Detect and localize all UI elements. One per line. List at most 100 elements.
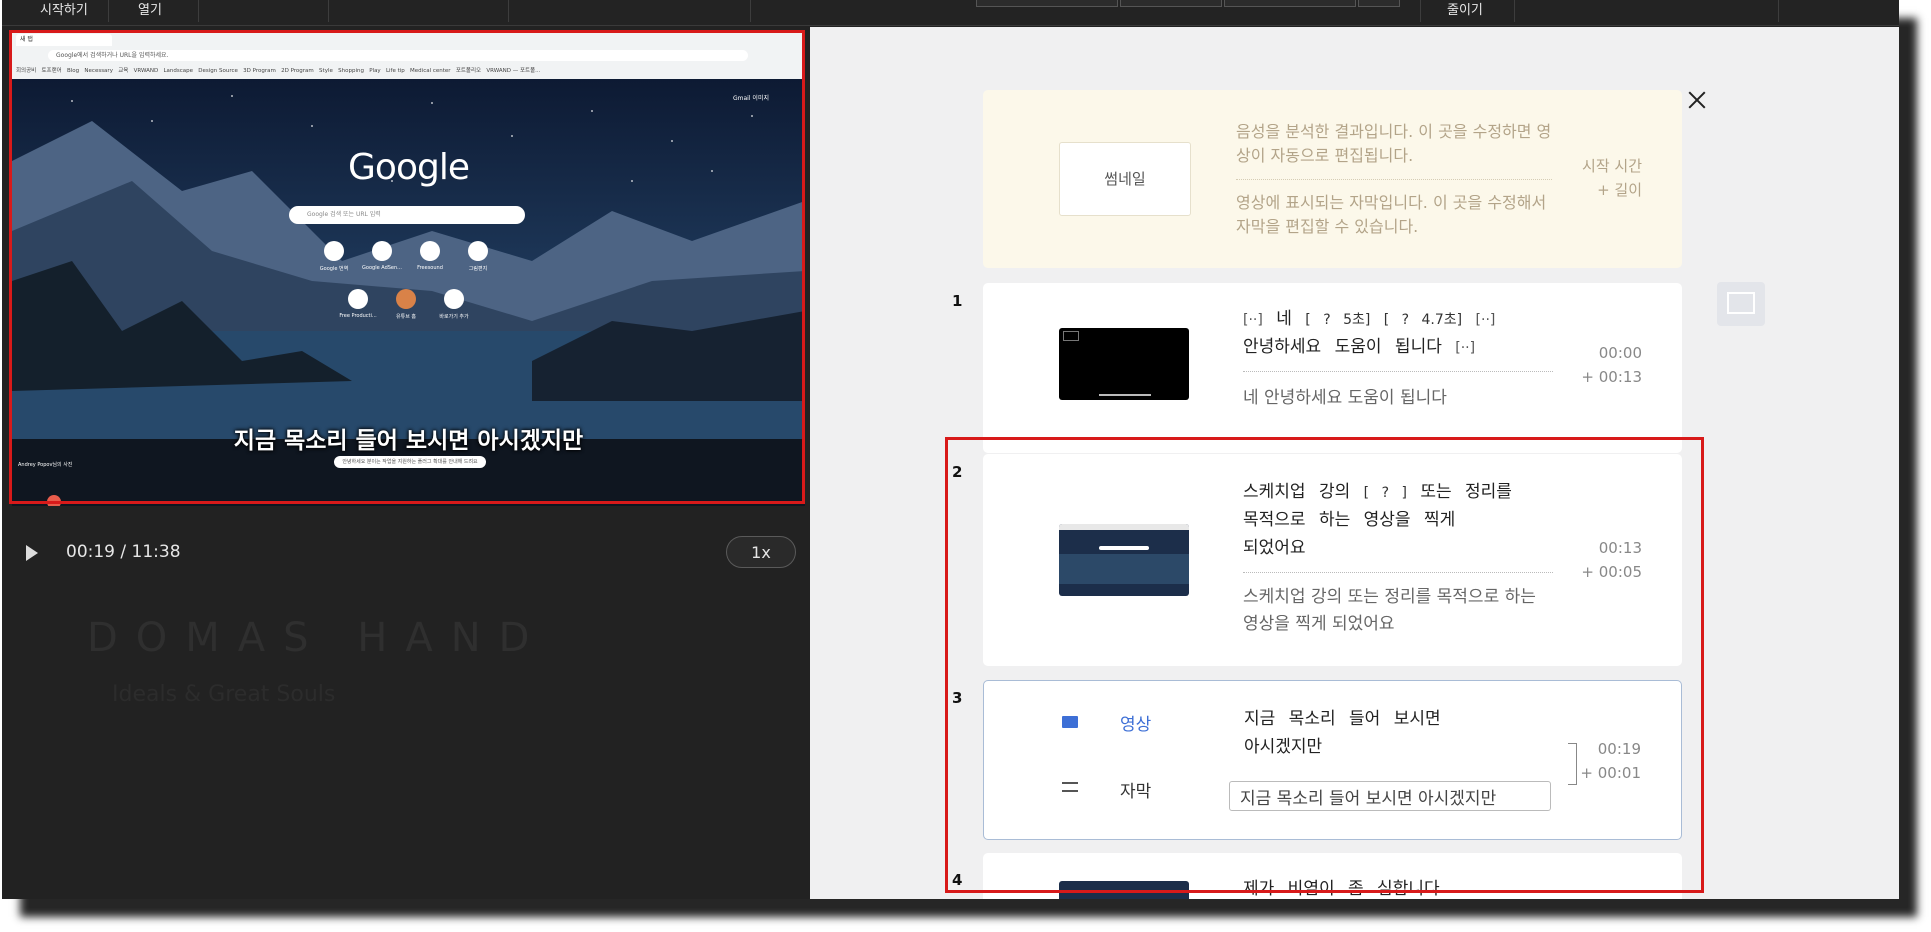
- play-icon[interactable]: [26, 545, 38, 561]
- silence-token[interactable]: [··]: [1243, 312, 1263, 328]
- close-icon[interactable]: [1686, 89, 1708, 111]
- segment-start: 00:00: [1598, 344, 1642, 362]
- segment-voice-text-line2[interactable]: 안녕하세요 도움이 됩니다 [··]: [1243, 333, 1553, 362]
- menu-zoom-out[interactable]: 줄이기: [1447, 0, 1483, 22]
- word-token[interactable]: 또는 정리를: [1420, 482, 1512, 502]
- unknown-token[interactable]: [ ? ]: [1364, 485, 1407, 501]
- toolbar-slot[interactable]: [1358, 0, 1400, 7]
- subtitle-input[interactable]: [1229, 781, 1551, 811]
- segment-subtitle-text[interactable]: 네 안녕하세요 도움이 됩니다: [1243, 385, 1563, 412]
- menu-separator: [328, 0, 329, 22]
- segment-voice-text[interactable]: 스케치업 강의 [ ? ] 또는 정리를: [1243, 478, 1553, 507]
- toolbar-slot[interactable]: [1120, 0, 1222, 7]
- shortcut-icon: [372, 241, 392, 261]
- shortcut-icon: [324, 241, 344, 261]
- segment-card[interactable]: 스케치업 강의 [ ? ] 또는 정리를 목적으로 하는 영상을 찍게 되었어요…: [983, 454, 1682, 666]
- shortcut-label: 바로가기 추가: [439, 314, 469, 320]
- legend-length-label: + 길이: [1597, 181, 1642, 199]
- segment-voice-text-line2[interactable]: 목적으로 하는 영상을 찍게: [1243, 506, 1553, 534]
- bookmark-item: Style: [319, 68, 333, 74]
- bookmark-item: 2D Program: [281, 68, 314, 74]
- speed-button[interactable]: 1x: [726, 536, 796, 568]
- bookmark-item: Design Source: [198, 68, 238, 74]
- menu-start[interactable]: 시작하기: [40, 0, 88, 22]
- segment-card[interactable]: 제가 비염이 좀 심합니다: [983, 853, 1682, 899]
- toolbar-slot[interactable]: [976, 0, 1118, 7]
- segment-voice-text[interactable]: [··] 네 [ ? 5초] [ ? 4.7초] [··]: [1243, 305, 1553, 334]
- menu-separator: [1420, 0, 1421, 22]
- segment-number: 4: [952, 871, 963, 889]
- add-shortcut-icon: [444, 289, 464, 309]
- segment-thumbnail[interactable]: [1059, 328, 1189, 400]
- subtitle-label: 자막: [1120, 782, 1152, 802]
- player-controls: 00:19 / 11:38 1x: [2, 532, 810, 576]
- shortcut-icon: [420, 241, 440, 261]
- legend-start-label: 시작 시간: [1582, 157, 1642, 175]
- segment-length: + 00:01: [1580, 764, 1641, 782]
- segment-time: 00:19 + 00:01: [1580, 737, 1641, 785]
- segment-voice-text-line3[interactable]: 되었어요: [1243, 534, 1553, 562]
- segment-thumbnail[interactable]: [1059, 524, 1189, 596]
- unknown-token[interactable]: [ ? 5초]: [1305, 312, 1370, 328]
- time-display: 00:19 / 11:38: [66, 542, 181, 562]
- google-logo: Google: [348, 147, 470, 188]
- menu-separator: [508, 0, 509, 22]
- thumbnail-landscape: [1059, 554, 1189, 584]
- legend-voice-text: 음성을 분석한 결과입니다. 이 곳을 수정하면 영상이 자동으로 편집됩니다.: [1236, 122, 1552, 165]
- toolbar-slot[interactable]: [1224, 0, 1356, 7]
- segment-card[interactable]: [··] 네 [ ? 5초] [ ? 4.7초] [··] 안녕하세요 도움이 …: [983, 283, 1682, 453]
- legend-subtitle-text: 영상에 표시되는 자막입니다. 이 곳을 수정해서 자막을 편집할 수 있습니다…: [1236, 193, 1547, 236]
- shortcut-icon: [396, 289, 416, 309]
- settings-icon[interactable]: [1717, 282, 1765, 326]
- video-subtitle-overlay: 지금 목소리 들어 보시면 아시겠지만: [233, 428, 584, 454]
- segment-card-selected[interactable]: 영상 자막 지금 목소리 들어 보시면 아시겠지만 00:19 + 00:01: [983, 680, 1682, 840]
- menu-separator: [108, 0, 109, 22]
- bookmark-item: 토프랜어: [41, 68, 62, 74]
- info-pill: 안녕하세요 분이는 작업을 지원하는 플러그 확대를 안내해 드려요: [334, 456, 486, 468]
- segment-voice-text[interactable]: 제가 비염이 좀 심합니다: [1243, 875, 1553, 899]
- watermark-title: DOMAS HAND: [87, 615, 548, 661]
- segment-time: 00:00 + 00:13: [1581, 341, 1642, 389]
- seek-bar[interactable]: [32, 495, 805, 506]
- settings-icon-inner: [1727, 292, 1755, 314]
- segment-time: 00:13 + 00:05: [1581, 536, 1642, 584]
- app-window: 시작하기 열기 줄이기 새 탭 Google에서 검색하거나 URL을 입력하세…: [2, 0, 1899, 899]
- bookmark-item: Life tip: [385, 68, 405, 74]
- seek-handle[interactable]: [46, 495, 61, 506]
- bookmark-item: Blog: [67, 68, 80, 74]
- menu-separator: [1514, 0, 1515, 22]
- bookmark-item: 교육: [118, 68, 129, 74]
- segment-voice-text-line2[interactable]: 아시겠지만: [1244, 733, 1554, 761]
- segment-start: 00:19: [1597, 740, 1641, 758]
- bookmark-item: 3D Program: [243, 68, 276, 74]
- subtitle-lines-icon: [1062, 782, 1078, 792]
- segment-thumbnail[interactable]: [1059, 881, 1189, 899]
- word-token[interactable]: 네: [1276, 309, 1292, 329]
- word-token[interactable]: 스케치업 강의: [1243, 482, 1350, 502]
- segment-subtitle-text[interactable]: 스케치업 강의 또는 정리를 목적으로 하는 영상을 찍게 되었어요: [1243, 584, 1553, 638]
- bookmark-item: VRWAND: [133, 68, 159, 74]
- segment-length: + 00:13: [1581, 368, 1642, 386]
- legend-card: 썸네일 음성을 분석한 결과입니다. 이 곳을 수정하면 영상이 자동으로 편집…: [983, 90, 1682, 268]
- browser-address-bar: Google에서 검색하거나 URL을 입력하세요.: [48, 50, 748, 61]
- segment-voice-text[interactable]: 지금 목소리 들어 보시면: [1244, 705, 1554, 733]
- menu-separator: [750, 0, 751, 22]
- silence-token[interactable]: [··]: [1476, 312, 1496, 328]
- video-preview[interactable]: 새 탭 Google에서 검색하거나 URL을 입력하세요. 회의공비 토프랜어…: [12, 31, 805, 506]
- browser-tab: 새 탭: [16, 34, 112, 46]
- browser-bookmarks-bar: 회의공비 토프랜어 Blog Necessary 교육 VRWAND Lands…: [16, 65, 805, 77]
- photo-credit: Andrey Popov님의 사진: [18, 462, 73, 468]
- word-token[interactable]: 안녕하세요 도움이 됩니다: [1243, 337, 1442, 357]
- menu-open[interactable]: 열기: [138, 0, 162, 22]
- menu-separator: [1778, 0, 1779, 22]
- google-search-box: Google 검색 또는 URL 입력: [289, 206, 525, 224]
- divider: [1243, 371, 1553, 372]
- link-bracket-icon: [1568, 743, 1577, 785]
- unknown-token[interactable]: [ ? 4.7초]: [1384, 312, 1462, 328]
- thumbnail-search-mark: [1099, 546, 1149, 550]
- film-icon: [1062, 716, 1078, 728]
- silence-token[interactable]: [··]: [1455, 340, 1475, 356]
- video-label: 영상: [1120, 715, 1152, 735]
- divider: [1236, 179, 1552, 180]
- segment-start: 00:13: [1598, 539, 1642, 557]
